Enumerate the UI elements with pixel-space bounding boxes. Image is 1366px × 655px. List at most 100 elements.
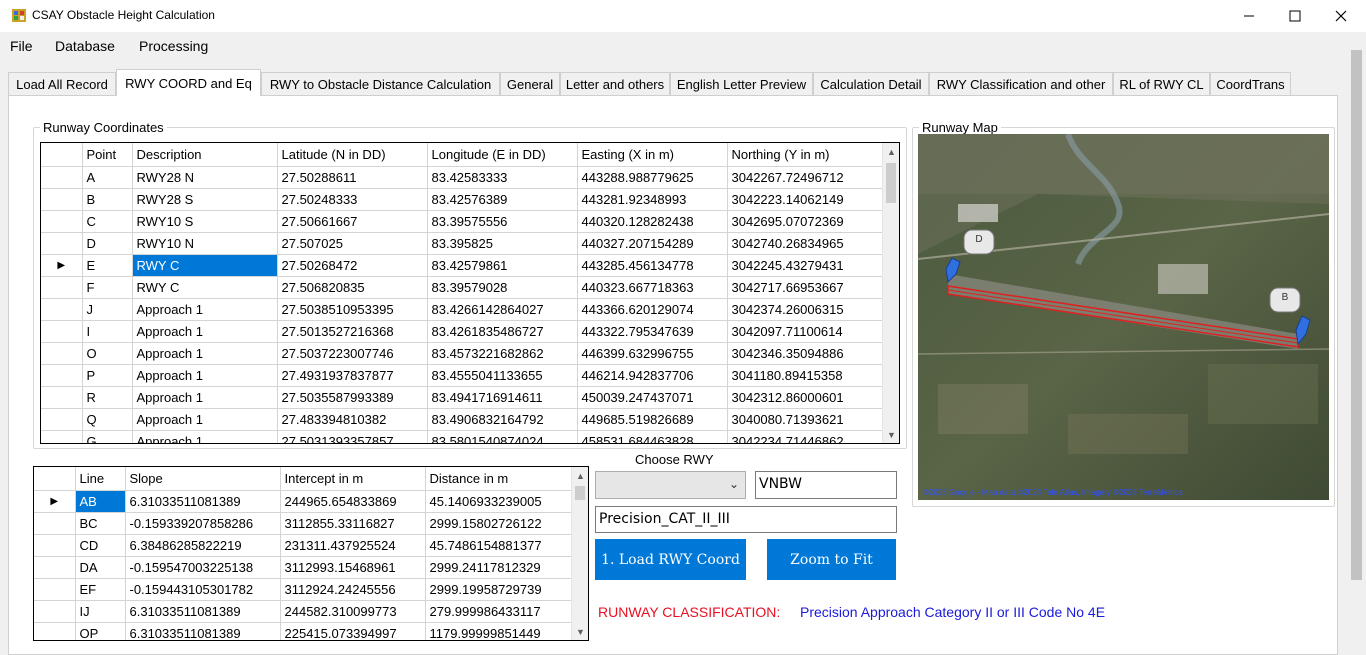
table-cell[interactable]: RWY10 N <box>132 232 278 255</box>
row-header[interactable] <box>41 210 83 233</box>
table-cell[interactable]: 3042234.71446862 <box>727 430 885 443</box>
table-row[interactable]: CD 6.38486285822219 231311.437925524 45.748… <box>34 534 573 557</box>
table-cell[interactable]: 3041180.89415358 <box>727 364 885 387</box>
table-cell[interactable]: 45.7486154881377 <box>425 534 573 557</box>
table-cell[interactable]: Approach 1 <box>132 342 278 365</box>
zoom-to-fit-button[interactable]: Zoom to Fit <box>767 539 896 580</box>
table-cell[interactable]: 27.5038510953395 <box>277 298 428 321</box>
maximize-button[interactable] <box>1272 0 1318 32</box>
row-header[interactable] <box>34 578 76 601</box>
table-row[interactable]: O Approach 1 27.5037223007746 83.4573221682… <box>41 342 885 365</box>
table-cell[interactable]: 446399.632996755 <box>577 342 728 365</box>
row-header[interactable] <box>34 534 76 557</box>
scroll-thumb[interactable] <box>886 163 896 203</box>
table-cell[interactable]: 6.31033511081389 <box>125 490 281 513</box>
table-cell[interactable]: 83.4906832164792 <box>427 408 578 431</box>
table-cell[interactable]: 3042717.66953667 <box>727 276 885 299</box>
minimize-button[interactable] <box>1226 0 1272 32</box>
window-scrollbar[interactable] <box>1347 32 1366 636</box>
line-equation-grid[interactable]: Line Slope Intercept in m Distance in m ▶ AB… <box>33 466 589 641</box>
table-cell[interactable]: Approach 1 <box>132 386 278 409</box>
table-cell[interactable]: 3112855.33116827 <box>280 512 426 535</box>
table-cell[interactable]: 83.4573221682862 <box>427 342 578 365</box>
table-row[interactable]: D RWY10 N 27.507025 83.395825 440327.2071542… <box>41 232 885 255</box>
table-cell[interactable]: 2999.24117812329 <box>425 556 573 579</box>
column-header[interactable]: Description <box>132 143 278 167</box>
table-cell[interactable]: B <box>82 188 133 211</box>
table-cell[interactable]: 3042695.07072369 <box>727 210 885 233</box>
table-cell[interactable]: DA <box>75 556 126 579</box>
tab-letter-and-others[interactable]: Letter and others <box>560 72 670 96</box>
row-header[interactable] <box>41 298 83 321</box>
table-cell[interactable]: -0.159443105301782 <box>125 578 281 601</box>
row-header[interactable] <box>41 364 83 387</box>
table-cell[interactable]: 83.39575556 <box>427 210 578 233</box>
tab-load-all-record[interactable]: Load All Record <box>8 72 116 96</box>
table-cell[interactable]: BC <box>75 512 126 535</box>
table-cell[interactable]: 446214.942837706 <box>577 364 728 387</box>
table-cell[interactable]: 3042245.43279431 <box>727 254 885 277</box>
table-cell[interactable]: J <box>82 298 133 321</box>
table-cell[interactable]: C <box>82 210 133 233</box>
table-cell[interactable]: 27.5037223007746 <box>277 342 428 365</box>
table-cell[interactable]: 3042223.14062149 <box>727 188 885 211</box>
table-cell[interactable]: 6.38486285822219 <box>125 534 281 557</box>
table-cell[interactable]: 83.4941716914611 <box>427 386 578 409</box>
table-row[interactable]: EF -0.159443105301782 3112924.24245556 2999… <box>34 578 573 601</box>
table-cell[interactable]: 27.50268472 <box>277 254 428 277</box>
row-header[interactable] <box>41 166 83 189</box>
table-cell[interactable]: 27.50248333 <box>277 188 428 211</box>
table-cell[interactable]: IJ <box>75 600 126 623</box>
table-cell[interactable]: 2999.19958729739 <box>425 578 573 601</box>
table-cell[interactable]: F <box>82 276 133 299</box>
row-header[interactable] <box>41 188 83 211</box>
table-cell[interactable]: I <box>82 320 133 343</box>
table-cell[interactable]: 3042346.35094886 <box>727 342 885 365</box>
scroll-thumb[interactable] <box>1351 50 1362 580</box>
scroll-down-icon[interactable]: ▼ <box>572 623 588 640</box>
scroll-up-icon[interactable]: ▲ <box>883 143 899 160</box>
table-cell[interactable]: D <box>82 232 133 255</box>
table-cell[interactable]: P <box>82 364 133 387</box>
table-cell[interactable]: 83.42583333 <box>427 166 578 189</box>
table-row[interactable]: Q Approach 1 27.483394810382 83.49068321647… <box>41 408 885 431</box>
marker-b-icon[interactable]: B <box>1269 287 1301 313</box>
table-cell[interactable]: RWY28 S <box>132 188 278 211</box>
row-header[interactable] <box>41 232 83 255</box>
table-cell[interactable]: RWY10 S <box>132 210 278 233</box>
table-cell[interactable]: 3040080.71393621 <box>727 408 885 431</box>
table-cell[interactable]: 443322.795347639 <box>577 320 728 343</box>
row-header[interactable] <box>41 276 83 299</box>
tab-english-letter-preview[interactable]: English Letter Preview <box>670 72 813 96</box>
table-cell[interactable]: RWY28 N <box>132 166 278 189</box>
choose-rwy-select[interactable]: ⌄ <box>595 471 746 499</box>
table-cell[interactable]: -0.159547003225138 <box>125 556 281 579</box>
column-header[interactable]: Northing (Y in m) <box>727 143 885 167</box>
tab-rwy-classification[interactable]: RWY Classification and other <box>929 72 1113 96</box>
table-row[interactable]: B RWY28 S 27.50248333 83.42576389 443281.923… <box>41 188 885 211</box>
menu-file[interactable]: File <box>10 38 33 54</box>
table-cell[interactable]: 450039.247437071 <box>577 386 728 409</box>
tab-calculation-detail[interactable]: Calculation Detail <box>813 72 929 96</box>
table-row[interactable]: ▶ AB 6.31033511081389 244965.654833869 45.14… <box>34 490 573 513</box>
column-header[interactable]: Slope <box>125 467 281 491</box>
row-header[interactable] <box>41 320 83 343</box>
table-cell[interactable]: 440320.128282438 <box>577 210 728 233</box>
table-cell[interactable]: Approach 1 <box>132 298 278 321</box>
table-cell[interactable]: 83.4266142864027 <box>427 298 578 321</box>
table-cell[interactable]: 1179.99999851449 <box>425 622 573 640</box>
table-cell[interactable]: 45.1406933239005 <box>425 490 573 513</box>
table-cell[interactable]: 3112924.24245556 <box>280 578 426 601</box>
current-row-indicator-icon[interactable]: ▶ <box>41 254 83 277</box>
table-cell[interactable]: 3042374.26006315 <box>727 298 885 321</box>
scroll-thumb[interactable] <box>575 486 585 500</box>
menu-database[interactable]: Database <box>55 38 115 54</box>
table-cell[interactable]: 231311.437925524 <box>280 534 426 557</box>
table-cell[interactable]: 83.5801540874024 <box>427 430 578 443</box>
runway-map[interactable]: D B ©2023 Google - Map data ©2023 Tele A… <box>918 134 1329 500</box>
row-header[interactable] <box>41 342 83 365</box>
table-cell[interactable]: Approach 1 <box>132 320 278 343</box>
table-cell[interactable]: 3042267.72496712 <box>727 166 885 189</box>
table-row[interactable]: C RWY10 S 27.50661667 83.39575556 440320.128… <box>41 210 885 233</box>
table-row[interactable]: BC -0.159339207858286 3112855.33116827 2999… <box>34 512 573 535</box>
